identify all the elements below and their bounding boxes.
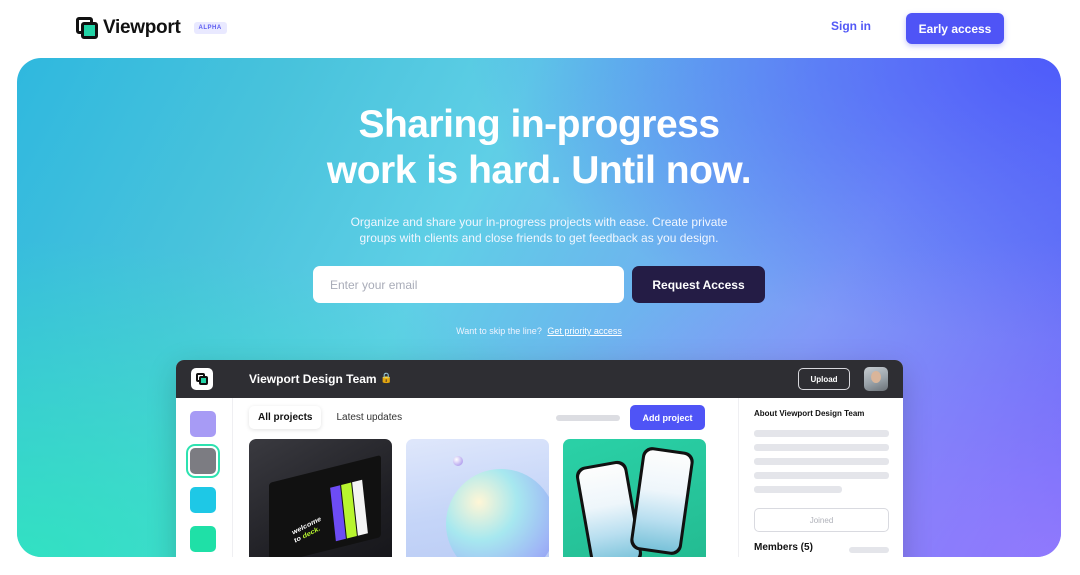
phone-mockup xyxy=(629,445,695,557)
top-nav: Viewport ALPHA Sign in Early access xyxy=(0,0,1080,56)
team-sidebar: About Viewport Design Team Joined Member… xyxy=(738,398,903,557)
logo-text: Viewport xyxy=(103,17,181,38)
project-card-travel-app[interactable] xyxy=(563,439,706,557)
priority-access-link[interactable]: Get priority access xyxy=(547,326,622,336)
placeholder-line xyxy=(754,458,889,465)
request-access-button[interactable]: Request Access xyxy=(632,266,765,303)
placeholder-line xyxy=(754,472,889,479)
email-input[interactable] xyxy=(313,266,624,303)
group-item-purple[interactable] xyxy=(190,411,216,437)
tab-latest-updates[interactable]: Latest updates xyxy=(327,406,411,429)
placeholder-line xyxy=(754,444,889,451)
placeholder-line xyxy=(754,430,889,437)
hero-section: Sharing in-progress work is hard. Until … xyxy=(17,58,1061,557)
hero-headline-line2: work is hard. Until now. xyxy=(326,149,752,192)
lock-icon: 🔒 xyxy=(380,373,393,384)
small-orb xyxy=(453,456,463,466)
user-avatar[interactable] xyxy=(864,367,888,391)
app-preview: Viewport Design Team 🔒 Upload All projec… xyxy=(176,360,903,557)
skip-line-text: Want to skip the line? Get priority acce… xyxy=(17,326,1061,336)
group-item-cyan[interactable] xyxy=(190,487,216,513)
project-tabs: All projects Latest updates xyxy=(249,406,411,429)
about-title: About Viewport Design Team xyxy=(754,409,865,418)
tab-all-projects[interactable]: All projects xyxy=(249,406,322,429)
members-heading: Members (5) xyxy=(754,542,813,553)
group-rail xyxy=(176,398,233,557)
app-logo-icon[interactable] xyxy=(191,368,213,390)
early-access-button[interactable]: Early access xyxy=(906,13,1004,44)
group-item-green[interactable] xyxy=(190,526,216,552)
team-name: Viewport Design Team xyxy=(249,372,377,386)
viewport-logo-icon xyxy=(76,17,98,39)
placeholder-line xyxy=(849,547,889,553)
laptop-screen: welcome to deck. xyxy=(269,455,381,557)
skip-line-label: Want to skip the line? xyxy=(456,326,542,336)
logo[interactable]: Viewport ALPHA xyxy=(76,17,227,39)
hero-subtitle-line2: groups with clients and close friends to… xyxy=(359,231,719,245)
alpha-badge: ALPHA xyxy=(193,22,227,34)
project-card-orb[interactable] xyxy=(406,439,549,557)
sign-in-link[interactable]: Sign in xyxy=(822,19,880,33)
app-top-bar: Viewport Design Team 🔒 Upload xyxy=(176,360,903,398)
hero-subtitle-line1: Organize and share your in-progress proj… xyxy=(350,215,728,229)
upload-button[interactable]: Upload xyxy=(798,368,850,390)
group-item-gray-selected[interactable] xyxy=(190,448,216,474)
add-project-button[interactable]: Add project xyxy=(630,405,705,430)
placeholder-line xyxy=(754,486,842,493)
gradient-orb xyxy=(446,469,549,557)
hero-headline-line1: Sharing in-progress xyxy=(358,103,720,146)
search-placeholder-bar xyxy=(556,415,620,421)
deck-welcome-text: welcome to deck. xyxy=(291,515,324,546)
joined-button[interactable]: Joined xyxy=(754,508,889,532)
project-card-deck[interactable]: welcome to deck. xyxy=(249,439,392,557)
